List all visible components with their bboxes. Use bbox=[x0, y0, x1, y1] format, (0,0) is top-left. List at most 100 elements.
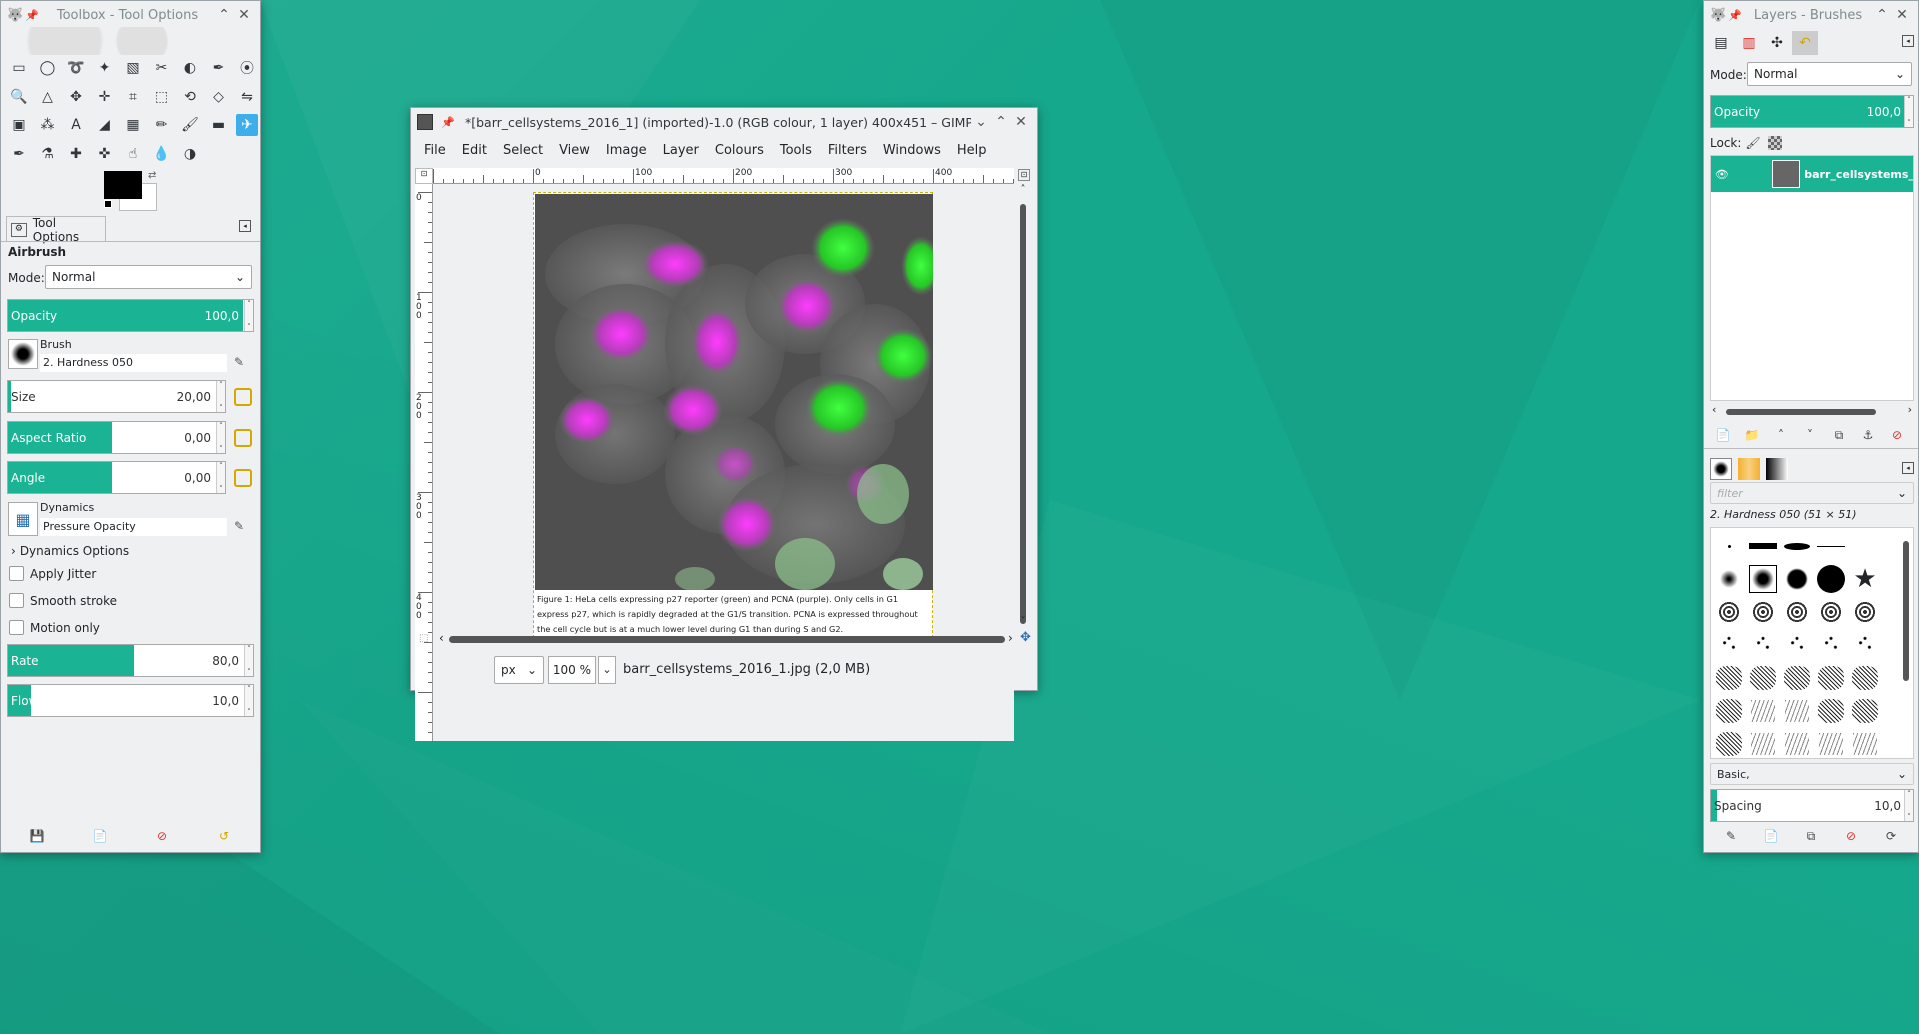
tool-cage-transform-icon[interactable]: ▣ bbox=[8, 114, 30, 136]
dynamics-preview[interactable]: ▦ bbox=[8, 502, 38, 536]
brush-sketch[interactable] bbox=[1783, 730, 1811, 758]
reset-icon[interactable]: ↺ bbox=[215, 827, 233, 845]
brush-texture[interactable] bbox=[1715, 697, 1743, 725]
image-titlebar[interactable]: 📌 *[barr_cellsystems_2016_1] (imported)-… bbox=[411, 108, 1037, 136]
brush-line-thick[interactable] bbox=[1749, 532, 1777, 560]
brush-texture[interactable] bbox=[1749, 664, 1777, 692]
tool-fuzzy-select-icon[interactable]: ✦ bbox=[94, 57, 116, 79]
scroll-up-icon[interactable]: ˄ bbox=[1016, 184, 1030, 195]
tool-gradient-icon[interactable]: ▦ bbox=[122, 114, 144, 136]
motion-only-checkbox[interactable]: Motion only bbox=[9, 620, 100, 635]
layer-name[interactable]: barr_cellsystems_ bbox=[1804, 168, 1913, 181]
tool-paintbrush-icon[interactable]: 🖌 bbox=[179, 114, 201, 136]
edit-dynamics-icon[interactable]: ✎ bbox=[234, 519, 244, 533]
tool-ellipse-select-icon[interactable]: ◯ bbox=[37, 57, 59, 79]
tool-smudge-icon[interactable]: ☝ bbox=[122, 143, 144, 165]
brush-splatter[interactable] bbox=[1749, 598, 1777, 626]
brushes-menu-icon[interactable]: ◂ bbox=[1902, 462, 1914, 474]
toolbox-titlebar[interactable]: 🐺 📌 Toolbox - Tool Options ⌃ ✕ bbox=[1, 1, 260, 29]
maximize-button[interactable]: ⌃ bbox=[1872, 7, 1892, 23]
tool-bucket-fill-icon[interactable]: ◢ bbox=[94, 114, 116, 136]
brush-soft-med[interactable] bbox=[1749, 565, 1777, 593]
delete-preset-icon[interactable]: ⊘ bbox=[153, 827, 171, 845]
tab-paths[interactable]: ✣ bbox=[1764, 31, 1790, 55]
tab-patterns[interactable] bbox=[1738, 458, 1760, 480]
tool-free-select-icon[interactable]: ➰ bbox=[65, 57, 87, 79]
rate-spinner[interactable]: ˄ ˅ bbox=[244, 645, 253, 676]
tool-airbrush-icon[interactable]: ✈ bbox=[236, 114, 258, 136]
tool-select-by-color-icon[interactable]: ▧ bbox=[122, 57, 144, 79]
brush-scroll-thumb[interactable] bbox=[1903, 541, 1909, 681]
refresh-brushes-icon[interactable]: ⟳ bbox=[1882, 827, 1900, 845]
brush-splatter[interactable] bbox=[1715, 598, 1743, 626]
navigate-icon[interactable]: ⊡ bbox=[1018, 169, 1030, 181]
edit-brush-icon[interactable]: ✎ bbox=[1722, 827, 1740, 845]
new-layer-icon[interactable]: 📄 bbox=[1714, 426, 1732, 444]
zoom-dropdown-button[interactable]: ⌄ bbox=[598, 656, 616, 684]
lock-pixels-icon[interactable]: 🖌 bbox=[1744, 134, 1762, 152]
menu-view[interactable]: View bbox=[551, 143, 598, 158]
spacing-slider[interactable]: Spacing 10,0 ˄ ˅ bbox=[1710, 789, 1914, 822]
brush-sketch[interactable] bbox=[1783, 697, 1811, 725]
brush-splatter[interactable] bbox=[1851, 598, 1879, 626]
tool-perspective-icon[interactable]: ◇ bbox=[208, 86, 230, 108]
layer-opacity-slider[interactable]: Opacity 100,0 ˄ ˅ bbox=[1710, 95, 1914, 128]
brush-texture[interactable] bbox=[1817, 697, 1845, 725]
layers-titlebar[interactable]: 🐺 📌 Layers - Brushes ⌃ ✕ bbox=[1704, 1, 1918, 29]
angle-reset-icon[interactable] bbox=[234, 469, 252, 487]
horizontal-scroll-thumb[interactable] bbox=[449, 636, 1005, 643]
scroll-right-icon[interactable]: › bbox=[1008, 631, 1013, 645]
aspect-ratio-reset-icon[interactable] bbox=[234, 429, 252, 447]
brush-sparse[interactable] bbox=[1749, 631, 1777, 659]
tab-undo[interactable]: ↶ bbox=[1792, 31, 1818, 55]
menu-image[interactable]: Image bbox=[598, 143, 655, 158]
close-button[interactable]: ✕ bbox=[234, 7, 254, 23]
image-canvas[interactable]: Figure 1: HeLa cells expressing p27 repo… bbox=[533, 192, 933, 643]
menu-filters[interactable]: Filters bbox=[820, 143, 875, 158]
brush-splatter[interactable] bbox=[1783, 598, 1811, 626]
tool-rotate-icon[interactable]: ⟲ bbox=[179, 86, 201, 108]
pin-icon[interactable]: 📌 bbox=[1728, 9, 1744, 22]
brush-line-med[interactable] bbox=[1783, 532, 1811, 560]
edit-brush-icon[interactable]: ✎ bbox=[234, 355, 244, 369]
tool-measure-icon[interactable]: △ bbox=[37, 86, 59, 108]
brush-sketch[interactable] bbox=[1817, 730, 1845, 758]
tab-menu-icon[interactable]: ◂ bbox=[239, 220, 251, 232]
brush-texture[interactable] bbox=[1817, 664, 1845, 692]
scroll-left-icon[interactable]: ‹ bbox=[1712, 403, 1716, 416]
swap-colors-icon[interactable]: ⇄ bbox=[148, 170, 156, 181]
tool-move-icon[interactable]: ✥ bbox=[65, 86, 87, 108]
angle-spinner[interactable]: ˄ ˅ bbox=[216, 462, 225, 493]
eye-icon[interactable]: 👁 bbox=[1711, 168, 1733, 181]
tool-warp-icon[interactable]: ⁂ bbox=[37, 114, 59, 136]
maximize-button[interactable]: ⌃ bbox=[214, 7, 234, 23]
brush-texture[interactable] bbox=[1851, 664, 1879, 692]
aspect-ratio-slider[interactable]: Aspect Ratio 0,00 ˄ ˅ bbox=[7, 421, 226, 454]
vertical-scroll-thumb[interactable] bbox=[1020, 204, 1026, 624]
brush-name-field[interactable]: 2. Hardness 050 bbox=[40, 354, 227, 372]
tab-layers[interactable]: ▤ bbox=[1708, 31, 1734, 55]
brush-sketch[interactable] bbox=[1851, 730, 1879, 758]
tab-tool-options[interactable]: ⚙ Tool Options bbox=[6, 216, 106, 244]
layer-opacity-spinner[interactable]: ˄ ˅ bbox=[1904, 96, 1913, 127]
brush-sparse[interactable] bbox=[1851, 631, 1879, 659]
delete-layer-icon[interactable]: ⊘ bbox=[1888, 426, 1906, 444]
scroll-down-icon[interactable]: ˅ bbox=[1016, 616, 1030, 627]
brush-texture[interactable] bbox=[1851, 697, 1879, 725]
tool-heal-icon[interactable]: ✜ bbox=[94, 143, 116, 165]
brush-splatter[interactable] bbox=[1817, 598, 1845, 626]
lower-layer-icon[interactable]: ˅ bbox=[1801, 426, 1819, 444]
rate-slider[interactable]: Rate 80,0 ˄ ˅ bbox=[7, 644, 254, 677]
duplicate-layer-icon[interactable]: ⧉ bbox=[1830, 426, 1848, 444]
tool-paths-icon[interactable]: ✒ bbox=[208, 57, 230, 79]
menu-layer[interactable]: Layer bbox=[655, 143, 707, 158]
menu-select[interactable]: Select bbox=[495, 143, 551, 158]
menu-tools[interactable]: Tools bbox=[772, 143, 820, 158]
tool-foreground-select-icon[interactable]: ◐ bbox=[179, 57, 201, 79]
layers-scroll-thumb[interactable] bbox=[1726, 409, 1876, 415]
tab-brushes[interactable] bbox=[1710, 458, 1732, 480]
brush-dot-sm[interactable] bbox=[1715, 532, 1743, 560]
brush-sketch[interactable] bbox=[1749, 730, 1777, 758]
dynamics-name-field[interactable]: Pressure Opacity bbox=[40, 518, 227, 536]
ruler-corner[interactable]: ⊡ bbox=[415, 168, 433, 184]
